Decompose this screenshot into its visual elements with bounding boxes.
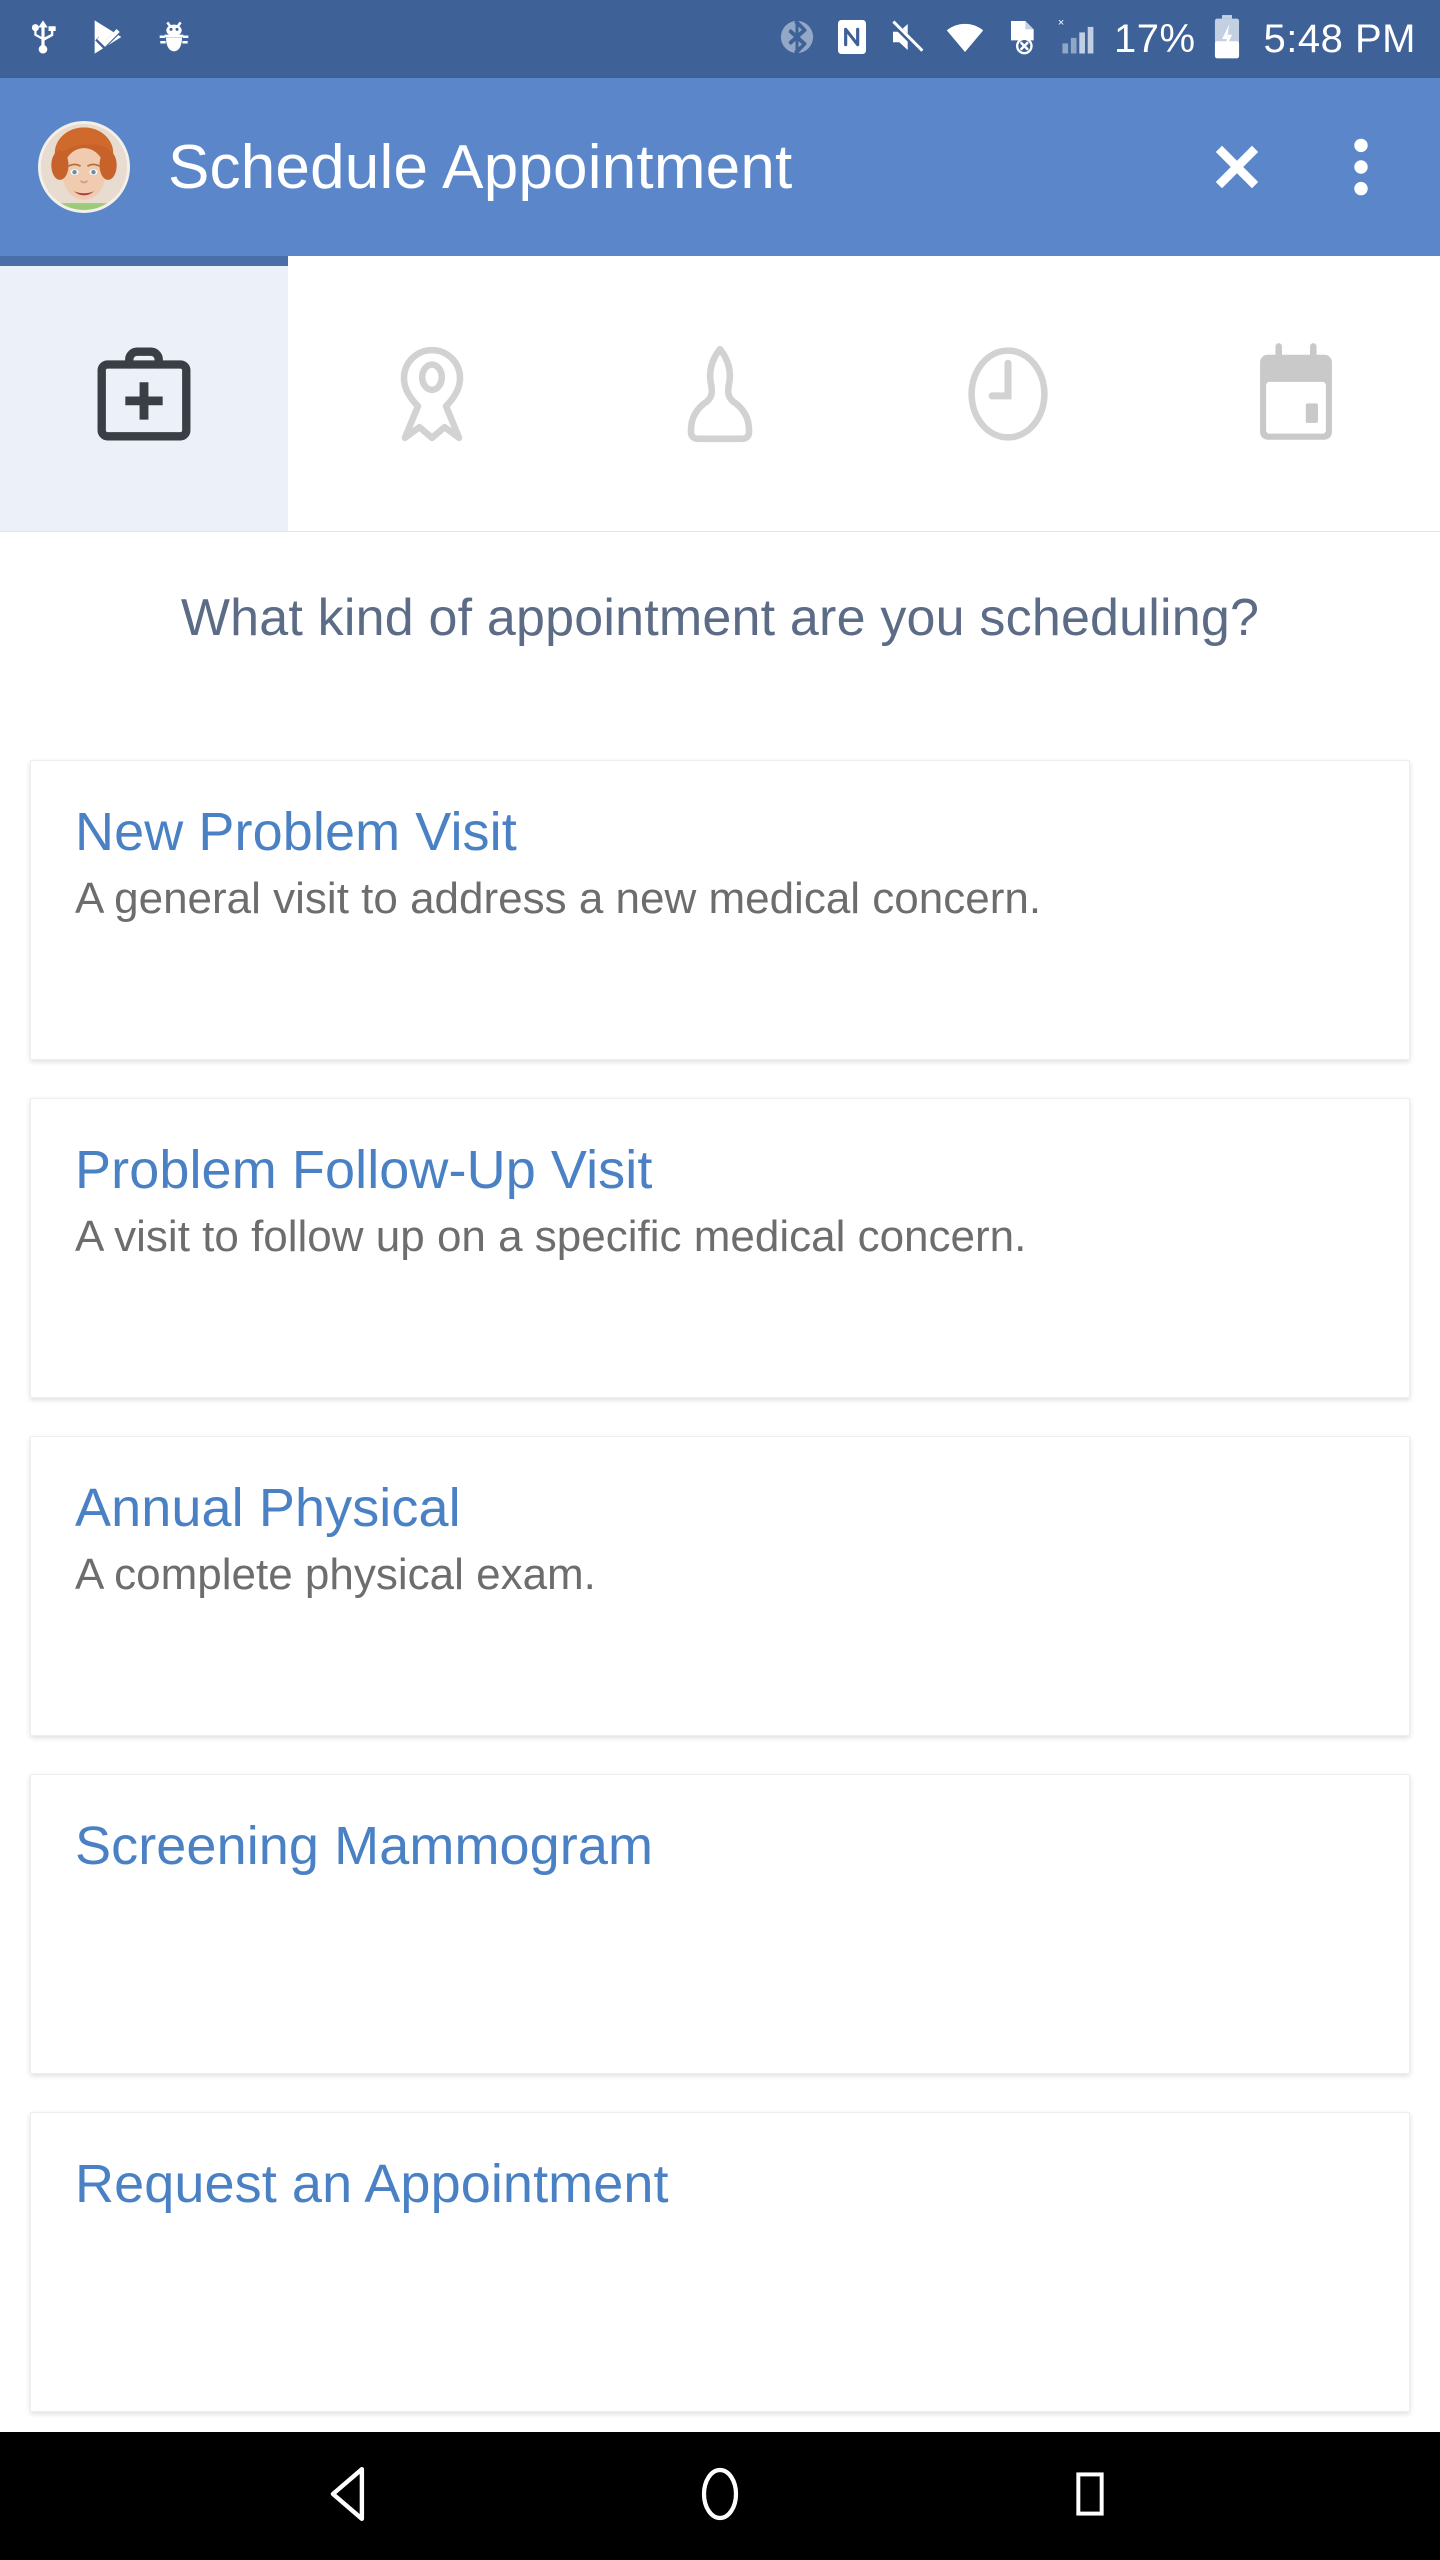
card-description: A complete physical exam.: [75, 1550, 596, 1600]
bluetooth-icon: [776, 16, 818, 63]
square-recents-icon: [1065, 2461, 1115, 2532]
card-title: Annual Physical: [75, 1478, 461, 1538]
app-root: × 17% 5:48 PM Schedule Appointment What …: [0, 0, 1440, 2560]
person-icon: [664, 338, 776, 450]
appointment-card-new-problem-visit[interactable]: New Problem Visit A general visit to add…: [30, 760, 1410, 1060]
content-area: What kind of appointment are you schedul…: [0, 532, 1440, 2560]
card-description: A visit to follow up on a specific medic…: [75, 1212, 1027, 1262]
patient-avatar[interactable]: [38, 121, 130, 213]
status-bar-left-icons: [24, 16, 194, 63]
bug-icon: [154, 16, 194, 63]
play-protect-icon: [88, 16, 128, 63]
usb-icon: [24, 16, 62, 63]
card-title: Request an Appointment: [75, 2154, 669, 2214]
status-bar-right-icons: × 17% 5:48 PM: [776, 14, 1416, 65]
appointment-card-annual-physical[interactable]: Annual Physical A complete physical exam…: [30, 1436, 1410, 1736]
home-button[interactable]: [665, 2441, 775, 2551]
card-title: Screening Mammogram: [75, 1816, 654, 1876]
volume-mute-icon: [886, 16, 928, 63]
tab-location[interactable]: [288, 256, 576, 531]
app-bar-actions: [1200, 130, 1406, 204]
battery-charging-icon: [1210, 14, 1244, 65]
back-button[interactable]: [295, 2441, 405, 2551]
battery-percent-label: 17%: [1113, 17, 1196, 61]
tab-visit-type[interactable]: [0, 256, 288, 531]
appointment-type-list: New Problem Visit A general visit to add…: [0, 648, 1440, 2412]
card-title: New Problem Visit: [75, 802, 517, 862]
svg-text:×: ×: [1058, 17, 1064, 29]
wifi-icon: [942, 16, 988, 63]
overflow-menu-icon[interactable]: [1324, 130, 1398, 204]
app-bar: Schedule Appointment: [0, 78, 1440, 256]
sync-error-icon: [1002, 15, 1042, 64]
tab-provider[interactable]: [576, 256, 864, 531]
clock-label: 5:48 PM: [1263, 17, 1416, 61]
triangle-back-icon: [319, 2461, 381, 2532]
status-bar: × 17% 5:48 PM: [0, 0, 1440, 78]
calendar-icon: [1240, 338, 1352, 450]
appointment-card-problem-follow-up-visit[interactable]: Problem Follow-Up Visit A visit to follo…: [30, 1098, 1410, 1398]
appointment-card-screening-mammogram[interactable]: Screening Mammogram: [30, 1774, 1410, 2074]
tab-date[interactable]: [1152, 256, 1440, 531]
recents-button[interactable]: [1035, 2441, 1145, 2551]
appointment-card-request-an-appointment[interactable]: Request an Appointment: [30, 2112, 1410, 2412]
nfc-icon: [832, 16, 872, 63]
map-pin-icon: [376, 338, 488, 450]
card-title: Problem Follow-Up Visit: [75, 1140, 653, 1200]
android-navigation-bar: [0, 2432, 1440, 2560]
tab-time[interactable]: [864, 256, 1152, 531]
tab-bar: [0, 256, 1440, 532]
medical-bag-plus-icon: [85, 335, 203, 453]
card-description: A general visit to address a new medical…: [75, 874, 1042, 924]
page-question: What kind of appointment are you schedul…: [180, 589, 1260, 647]
circle-home-icon: [690, 2461, 750, 2532]
close-icon[interactable]: [1200, 130, 1274, 204]
clock-icon: [952, 338, 1064, 450]
page-title: Schedule Appointment: [168, 132, 793, 202]
cellular-signal-icon: ×: [1056, 15, 1100, 64]
